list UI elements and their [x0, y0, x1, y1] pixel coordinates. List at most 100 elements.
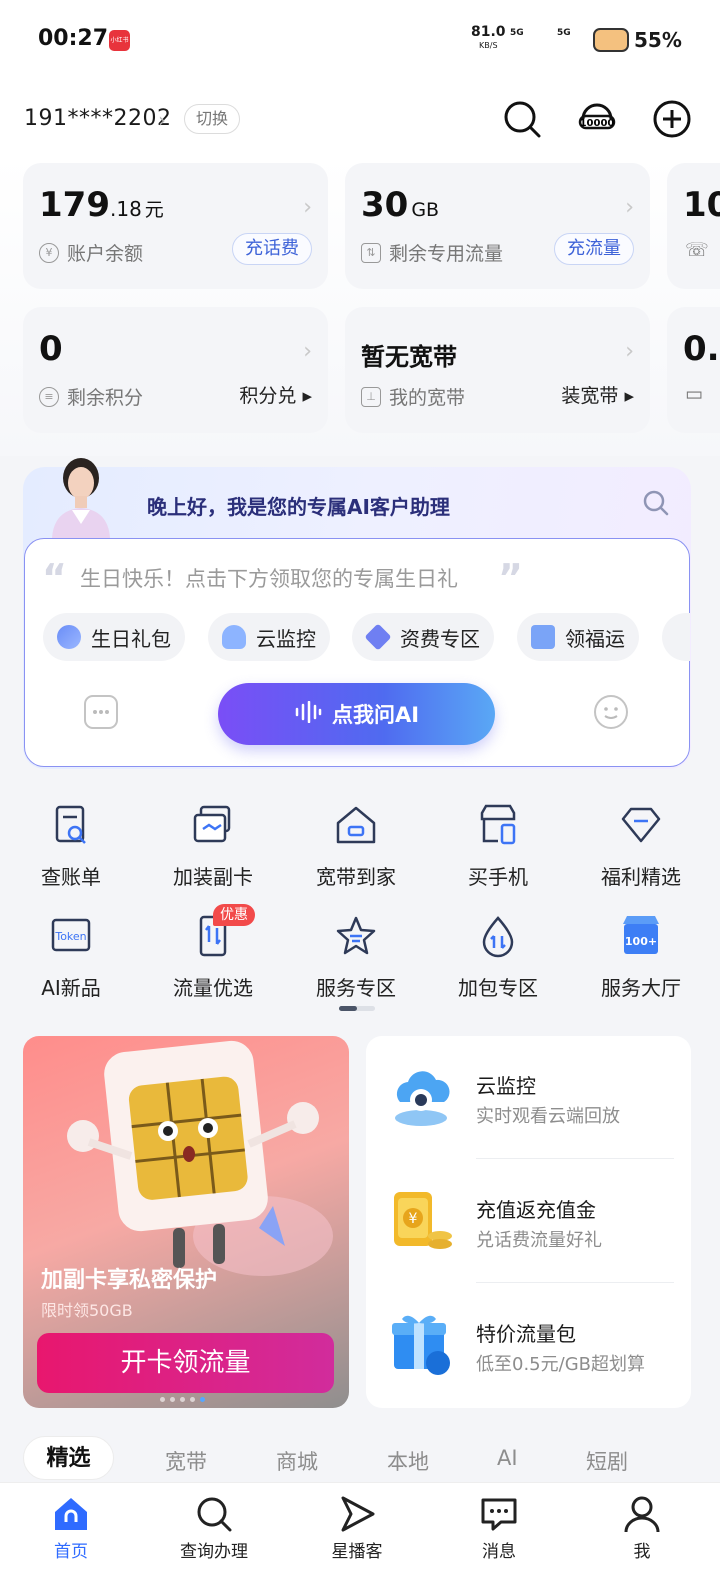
balance-value: 179.18 元 [39, 185, 164, 225]
wallet-value: 0. [683, 329, 720, 369]
grid-item-bill[interactable]: 查账单 [1, 803, 141, 890]
points-label: ≡ 剩余积分 [39, 383, 143, 410]
search-icon[interactable] [502, 99, 542, 139]
grid-item-home-broadband[interactable]: 宽带到家 [286, 803, 426, 890]
grid-item-data-select[interactable]: 流量优选 [143, 914, 283, 1001]
keyboard-icon[interactable] [84, 695, 118, 729]
search-icon[interactable] [642, 489, 670, 517]
balance-label: ¥ 账户余额 [39, 239, 143, 266]
ask-ai-label: 点我问AI [331, 703, 420, 727]
ask-ai-button[interactable]: 点我问AI [218, 683, 495, 745]
grid-item-ai-new[interactable]: Token AI新品 [1, 914, 141, 1001]
carousel-dots [160, 1397, 205, 1402]
nav-me[interactable]: 我 [582, 1494, 702, 1562]
message-icon [479, 1494, 519, 1534]
phone-number[interactable]: 191****2202 [24, 106, 171, 131]
tab-mall[interactable]: 商城 [276, 1446, 318, 1476]
tab-featured[interactable]: 精选 [23, 1436, 114, 1480]
grid-item-add-on[interactable]: 加包专区 [428, 914, 568, 1001]
chip-birthday-gift[interactable]: 生日礼包 [43, 613, 185, 661]
nav-home[interactable]: 首页 [11, 1494, 131, 1562]
voice-wave-icon [294, 700, 322, 728]
svg-text:Token: Token [54, 930, 86, 943]
signal-1-icon: 5G [510, 28, 524, 38]
promo-item-title[interactable]: 云监控 [476, 1070, 536, 1099]
grid-item-service-zone[interactable]: 服务专区 [286, 914, 426, 1001]
tab-local[interactable]: 本地 [387, 1446, 429, 1476]
diamond-icon [364, 623, 392, 651]
star-icon [334, 914, 378, 958]
discount-badge: 优惠 [213, 904, 255, 926]
chip-fortune[interactable]: 领福运 [517, 613, 639, 661]
yuan-icon: ¥ [39, 242, 59, 263]
nav-query[interactable]: 查询办理 [154, 1494, 274, 1562]
add-icon[interactable] [652, 99, 692, 139]
switch-account-button[interactable]: 切换 [184, 104, 240, 134]
buy-data-button[interactable]: 充流量 [554, 233, 634, 265]
chip-tariff-zone[interactable]: 资费专区 [352, 613, 494, 661]
promo-title: 加副卡享私密保护 [41, 1268, 218, 1293]
promo-item-subtitle: 兑话费流量好礼 [476, 1230, 602, 1251]
grid-page-indicator [339, 1006, 375, 1011]
redeem-points-link[interactable]: 积分兑 ▸ [239, 381, 312, 408]
service-10000-icon[interactable]: 10000 [577, 99, 617, 139]
quote-open-icon: “ [42, 556, 67, 600]
promo-item-title[interactable]: 充值返充值金 [476, 1194, 596, 1223]
gold-phone-icon[interactable]: ¥ [388, 1188, 454, 1254]
balance-card[interactable]: 179.18 元 › ¥ 账户余额 充话费 [23, 163, 328, 289]
grid-item-service-hall[interactable]: 100+ 服务大厅 [571, 914, 711, 1001]
broadband-card[interactable]: 暂无宽带 › ⊥ 我的宽带 装宽带 ▸ [345, 307, 650, 433]
voice-card[interactable]: 10 ☏ [667, 163, 720, 289]
divider [476, 1158, 674, 1159]
assistant-avatar [48, 452, 114, 538]
open-card-button[interactable]: 开卡领流量 [37, 1333, 334, 1393]
chevron-right-icon[interactable]: › [158, 108, 166, 132]
gift-icon [531, 625, 555, 649]
hall-icon: 100+ [619, 914, 663, 958]
data-value: 30 GB [361, 185, 440, 225]
drop-icon [476, 914, 520, 958]
chevron-right-icon: › [625, 195, 634, 220]
chevron-right-icon: › [303, 339, 312, 364]
nav-podcast[interactable]: 星播客 [297, 1494, 417, 1562]
diamond-icon [619, 803, 663, 847]
router-icon: ⊥ [361, 386, 381, 407]
tab-ai[interactable]: AI [497, 1446, 518, 1470]
emoji-icon[interactable] [594, 695, 628, 729]
ai-prompt[interactable]: 生日快乐！点击下方领取您的专属生日礼 [80, 563, 458, 593]
wallet-icon: ▭ [685, 383, 703, 405]
data-icon: ⇅ [361, 242, 381, 263]
ai-gift-icon [57, 625, 81, 649]
token-icon: Token [49, 914, 93, 958]
broadband-label: ⊥ 我的宽带 [361, 383, 465, 410]
phone-store-icon [476, 803, 520, 847]
points-icon: ≡ [39, 386, 59, 407]
tab-short-drama[interactable]: 短剧 [586, 1446, 628, 1476]
play-icon [337, 1494, 377, 1534]
data-card[interactable]: 30 GB › ⇅ 剩余专用流量 充流量 [345, 163, 650, 289]
cloud-camera-icon[interactable] [388, 1066, 454, 1132]
tab-broadband[interactable]: 宽带 [165, 1446, 207, 1476]
phone-icon: ☏ [685, 239, 709, 261]
wallet-card[interactable]: 0. ▭ [667, 307, 720, 433]
nav-messages[interactable]: 消息 [439, 1494, 559, 1562]
promo-item-subtitle: 低至0.5元/GB超划算 [476, 1354, 645, 1375]
bill-icon [49, 803, 93, 847]
gift-box-icon[interactable] [388, 1311, 454, 1377]
signal-2-icon: 5G [557, 28, 571, 38]
recharge-button[interactable]: 充话费 [232, 233, 312, 265]
promo-item-title[interactable]: 特价流量包 [476, 1318, 576, 1347]
svg-text:100+: 100+ [625, 935, 657, 948]
grid-item-benefits[interactable]: 福利精选 [571, 803, 711, 890]
status-bar: 00:27 小红书 81.0 KB/S 5G 5G 55% [0, 0, 720, 80]
status-time: 00:27 [38, 26, 109, 51]
chevron-right-icon: › [303, 195, 312, 220]
grid-item-sim-card[interactable]: 加装副卡 [143, 803, 283, 890]
points-card[interactable]: 0 › ≡ 剩余积分 积分兑 ▸ [23, 307, 328, 433]
grid-item-buy-phone[interactable]: 买手机 [428, 803, 568, 890]
install-broadband-link[interactable]: 装宽带 ▸ [561, 381, 634, 408]
broadband-status: 暂无宽带 [361, 343, 457, 371]
battery-percent: 55% [634, 28, 682, 52]
chip-cloud-monitor[interactable]: 云监控 [208, 613, 330, 661]
home-broadband-icon [334, 803, 378, 847]
